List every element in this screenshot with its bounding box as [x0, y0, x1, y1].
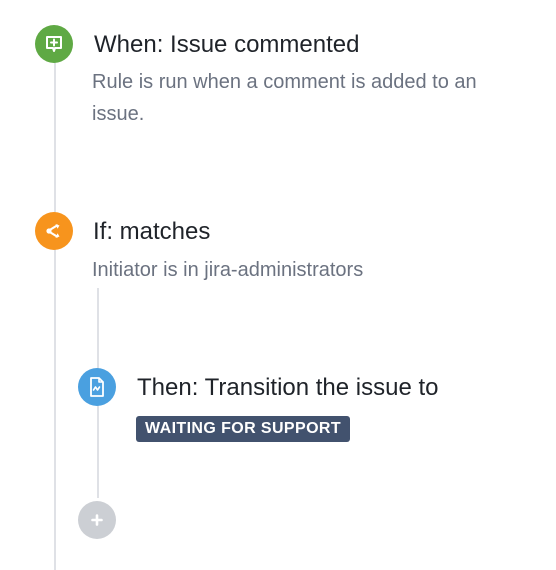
action-node[interactable] [78, 368, 116, 406]
document-transition-icon [87, 376, 107, 398]
trigger-node[interactable] [35, 25, 73, 63]
trigger-description: Rule is run when a comment is added to a… [92, 71, 477, 125]
branch-icon [44, 221, 64, 241]
status-lozenge: WAITING FOR SUPPORT [136, 416, 351, 442]
action-title[interactable]: Then: Transition the issue to [137, 373, 439, 403]
rule-timeline-line [54, 62, 56, 570]
comment-plus-icon [44, 34, 64, 54]
condition-node[interactable] [35, 212, 73, 250]
plus-icon [89, 512, 105, 528]
condition-title[interactable]: If: matches [93, 217, 210, 247]
add-component-button[interactable] [78, 501, 116, 539]
condition-description: Initiator is in jira-administrators [92, 259, 364, 281]
trigger-title[interactable]: When: Issue commented [94, 30, 359, 60]
